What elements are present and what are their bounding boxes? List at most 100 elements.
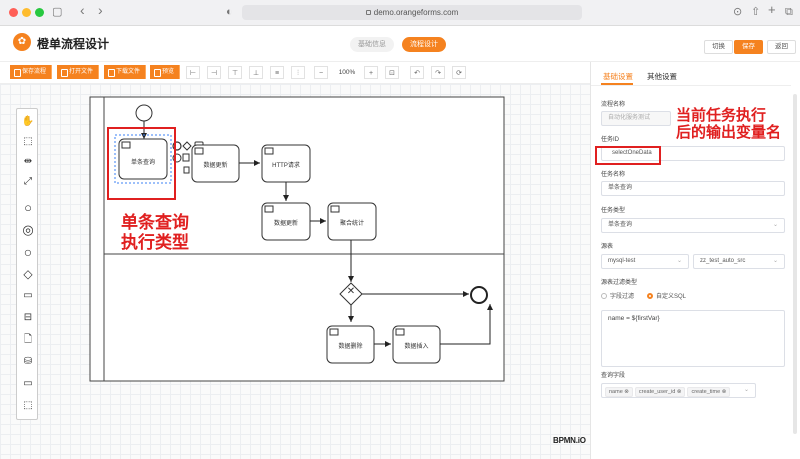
tabs-overview-icon[interactable]: ⧉	[785, 5, 793, 19]
radio-field-filter[interactable]: 字段过滤	[601, 291, 634, 300]
field-tag-label: name	[609, 389, 623, 395]
flow-name-label: 流程名称	[601, 102, 626, 108]
task-id-label: 任务ID	[601, 137, 620, 143]
zoom-level: 100%	[338, 69, 356, 76]
annotation-box-task	[107, 127, 176, 200]
lock-icon	[365, 10, 371, 16]
save-flow-button[interactable]: 保存流程	[10, 65, 53, 79]
zoom-out-icon[interactable]: −	[314, 66, 328, 79]
save-button[interactable]: 保存	[734, 40, 763, 54]
back-button[interactable]: 返回	[767, 40, 796, 54]
table-select[interactable]: zz_test_auto_src ⌄	[693, 254, 785, 269]
annotation-left-line1: 单条查询	[121, 213, 189, 232]
annotation-left: 单条查询 执行类型	[121, 213, 189, 252]
radio-circle	[601, 293, 607, 300]
chevron-down-icon: ⌄	[772, 222, 778, 228]
shield-icon[interactable]: ◐	[226, 5, 233, 19]
chevron-down-icon: ⌄	[743, 387, 749, 393]
task-label: 数据插入	[404, 344, 429, 350]
gateway-x-icon: ✕	[346, 286, 356, 297]
property-panel: 基础设置 其他设置 流程名称 自动化服务测试 任务ID selectOneDat…	[590, 62, 800, 459]
annotation-box-task-id	[595, 146, 661, 165]
task-type-select[interactable]: 单条查询 ⌄	[601, 218, 785, 233]
page-title: 橙单流程设计	[37, 37, 110, 51]
align-bottom-icon[interactable]: ⊥	[249, 66, 263, 79]
append-text-icon[interactable]	[182, 153, 190, 162]
table-value: zz_test_auto_src	[700, 258, 746, 264]
sql-textarea[interactable]: name = ${firstVar}	[601, 310, 785, 367]
switch-button[interactable]: 切换	[704, 40, 733, 54]
datasource-select[interactable]: mysql-test ⌄	[601, 254, 689, 269]
orange-logo-icon: ✿	[13, 33, 31, 51]
task-name-input[interactable]: 单条查询	[601, 181, 785, 196]
bpmn-io-watermark[interactable]: BPMN.iO	[553, 436, 586, 445]
address-bar[interactable]: demo.orangeforms.com	[242, 5, 582, 20]
annotation-right: 当前任务执行 后的输出变量名	[676, 107, 781, 142]
bpmn-canvas[interactable]: ✋ ⬚ ⇹ ⤢ ○ ◎ ○ ◇ ▭ ⊟ 🗋 ⛁ ▭ ⬚ 单条查询 数据更新 HT…	[0, 84, 590, 459]
field-tag-label: create_time	[691, 389, 721, 395]
task-label: 数据删除	[338, 344, 363, 350]
query-fields-label: 查询字段	[601, 373, 626, 379]
radio-circle	[647, 293, 653, 300]
close-window-button[interactable]	[9, 8, 18, 17]
undo-icon[interactable]: ↶	[410, 66, 424, 79]
field-tag-label: create_user_id	[638, 389, 676, 395]
open-file-button[interactable]: 打开文件	[57, 65, 100, 79]
field-tag[interactable]: name ⊗	[605, 387, 633, 397]
task-type-label: 任务类型	[601, 208, 626, 214]
task-label: 数据更新	[203, 163, 228, 169]
task-name-label: 任务名称	[601, 172, 626, 178]
filter-type-label: 源表过滤类型	[601, 280, 638, 286]
query-fields-select[interactable]: name ⊗ create_user_id ⊗ create_time ⊗ ⌄	[601, 383, 756, 398]
designer-toolbar: 保存流程 打开文件 下载文件 预览 ⊢ ⊣ ⊤ ⊥ ≡ ⫶ − 100% + ⊡…	[0, 62, 590, 84]
tab-separator	[591, 85, 791, 86]
forward-icon[interactable]: ›	[98, 3, 103, 17]
url-text: demo.orangeforms.com	[373, 8, 459, 17]
radio-custom-sql[interactable]: 自定义SQL	[647, 291, 686, 300]
step-flow-design[interactable]: 流程设计	[402, 37, 446, 52]
panel-scrollbar[interactable]	[793, 94, 797, 434]
task-label: HTTP请求	[272, 163, 300, 169]
sidebar-icon[interactable]: ▢	[52, 5, 62, 19]
align-left-icon[interactable]: ⊢	[186, 66, 200, 79]
task-type-value: 单条查询	[608, 222, 633, 228]
annotation-right-line1: 当前任务执行	[676, 107, 767, 124]
task-label: 数据更新	[273, 221, 298, 227]
step-basic-info[interactable]: 基础信息	[350, 37, 394, 52]
end-event[interactable]	[470, 286, 488, 304]
align-center-icon[interactable]: ≡	[270, 66, 284, 79]
new-tab-icon[interactable]: +	[768, 3, 776, 17]
download-icon[interactable]: ⊙	[733, 5, 742, 19]
align-right-icon[interactable]: ⊣	[207, 66, 221, 79]
radio-label: 自定义SQL	[656, 294, 687, 300]
app-header: ✿ 橙单流程设计 基础信息 流程设计 切换 保存 返回	[0, 26, 800, 62]
datasource-value: mysql-test	[608, 258, 636, 264]
align-top-icon[interactable]: ⊤	[228, 66, 242, 79]
chevron-down-icon: ⌄	[772, 258, 778, 264]
tab-other-settings[interactable]: 其他设置	[647, 71, 677, 82]
flow-name-input[interactable]: 自动化服务测试	[601, 111, 671, 126]
align-middle-icon[interactable]: ⫶	[291, 66, 305, 79]
chevron-down-icon: ⌄	[676, 258, 682, 264]
download-file-button[interactable]: 下载文件	[104, 65, 147, 79]
task-label: 聚合统计	[339, 221, 364, 227]
radio-label: 字段过滤	[610, 294, 635, 300]
reset-icon[interactable]: ⟳	[452, 66, 466, 79]
minimize-window-button[interactable]	[22, 8, 31, 17]
maximize-window-button[interactable]	[35, 8, 44, 17]
diagram-svg	[89, 96, 505, 382]
back-icon[interactable]: ‹	[80, 3, 85, 17]
browser-toolbar: ▢ ‹ › ◐ demo.orangeforms.com ⊙ ⇧ + ⧉	[0, 0, 800, 26]
preview-button[interactable]: 预览	[150, 65, 181, 79]
redo-icon[interactable]: ↷	[431, 66, 445, 79]
tab-basic-settings[interactable]: 基础设置	[603, 71, 633, 82]
field-tag[interactable]: create_time ⊗	[687, 387, 731, 397]
annotation-left-line2: 执行类型	[121, 232, 189, 252]
fit-view-icon[interactable]: ⊡	[385, 66, 399, 79]
zoom-in-icon[interactable]: +	[364, 66, 378, 79]
field-tag[interactable]: create_user_id ⊗	[634, 387, 686, 397]
start-event[interactable]	[135, 104, 153, 122]
annotation-right-line2: 后的输出变量名	[676, 124, 782, 142]
source-table-label: 源表	[601, 244, 614, 250]
share-icon[interactable]: ⇧	[751, 5, 760, 19]
